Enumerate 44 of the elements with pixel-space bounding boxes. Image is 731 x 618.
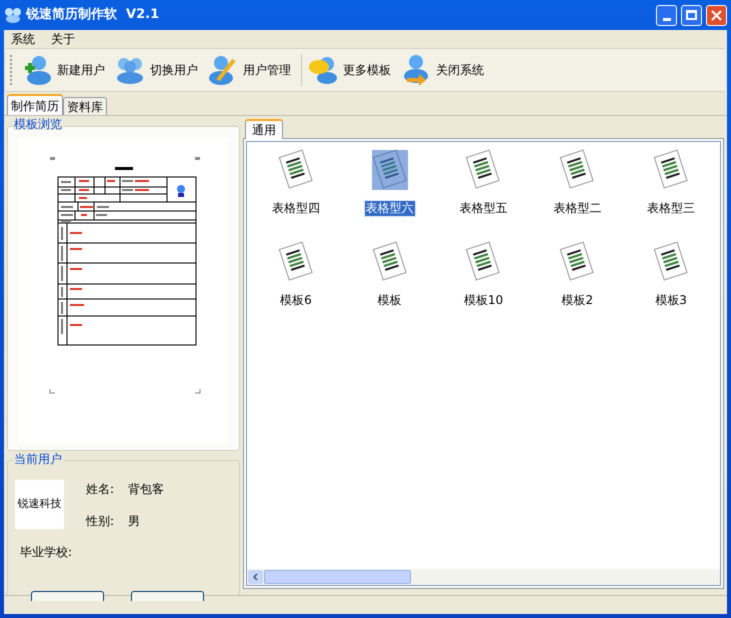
person-speech-icon <box>308 54 338 86</box>
menu-item[interactable]: 关于 <box>48 30 78 48</box>
person-arrow-icon <box>401 54 431 86</box>
template-label[interactable]: 模板3 <box>654 293 688 308</box>
tab[interactable]: 通用 <box>245 119 283 139</box>
group-title: 模板浏览 <box>13 118 63 130</box>
field-label: 毕业学校: <box>20 544 72 561</box>
action-button[interactable] <box>131 591 204 601</box>
tab[interactable]: 资料库 <box>63 97 107 115</box>
action-button[interactable] <box>31 591 104 601</box>
template-label[interactable]: 表格型四 <box>270 201 321 216</box>
group-title: 当前用户 <box>13 453 63 465</box>
field-label: 性别: <box>86 513 114 530</box>
chevron-left-icon <box>253 573 258 581</box>
toolbar-button[interactable]: 更多模板 <box>305 51 394 89</box>
template-label[interactable]: 表格型六 <box>364 201 415 216</box>
toolbar-button[interactable]: 用户管理 <box>205 51 294 89</box>
template-label[interactable]: 模板10 <box>462 293 504 308</box>
user-logo: 锐速科技 <box>15 480 64 529</box>
field-label: 姓名: <box>86 481 114 498</box>
minimize-button[interactable] <box>656 4 677 26</box>
scroll-thumb[interactable] <box>264 570 411 584</box>
scroll-left-button[interactable] <box>248 570 263 584</box>
window-title: 锐速简历制作软 V2.1 <box>26 6 160 24</box>
person-pencil-icon <box>208 54 238 86</box>
template-label[interactable]: 表格型三 <box>646 201 696 216</box>
close-icon <box>711 10 722 20</box>
template-label[interactable]: 表格型五 <box>458 201 508 216</box>
horizontal-scrollbar[interactable] <box>247 569 720 585</box>
tab[interactable]: 制作简历 <box>7 94 63 115</box>
person-add-icon <box>22 54 52 86</box>
maximize-button[interactable] <box>681 4 702 26</box>
toolbar-button[interactable]: 关闭系统 <box>398 51 487 89</box>
template-label[interactable]: 表格型二 <box>552 201 602 216</box>
template-label[interactable]: 模板2 <box>560 293 594 308</box>
app-icon <box>4 7 22 23</box>
toolbar-button[interactable]: 新建用户 <box>19 51 108 89</box>
template-label[interactable]: 模板6 <box>279 293 313 308</box>
toolbar-button[interactable]: 切换用户 <box>112 51 201 89</box>
menu-item[interactable]: 系统 <box>8 30 38 48</box>
field-value: 男 <box>128 513 140 530</box>
template-label[interactable]: 模板 <box>376 293 403 308</box>
field-value: 背包客 <box>128 481 164 498</box>
close-button[interactable] <box>706 4 727 26</box>
